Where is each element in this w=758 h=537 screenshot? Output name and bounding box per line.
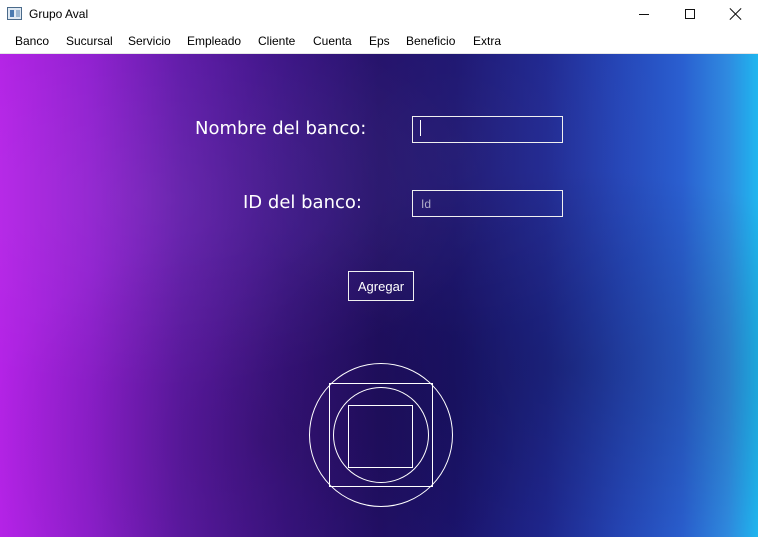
menu-empleado[interactable]: Empleado: [187, 28, 241, 54]
menu-extra[interactable]: Extra: [473, 28, 501, 54]
close-button[interactable]: [713, 0, 758, 28]
menu-cliente[interactable]: Cliente: [258, 28, 295, 54]
minimize-icon: [639, 13, 649, 15]
add-button[interactable]: Agregar: [348, 271, 414, 301]
window-title: Grupo Aval: [29, 7, 89, 21]
menu-sucursal[interactable]: Sucursal: [66, 28, 113, 54]
content-area: Nombre del banco: ID del banco: Agregar: [0, 54, 758, 537]
bank-id-input[interactable]: [412, 190, 563, 217]
menu-servicio[interactable]: Servicio: [128, 28, 171, 54]
menu-banco[interactable]: Banco: [15, 28, 49, 54]
menu-bar: Banco Sucursal Servicio Empleado Cliente…: [0, 28, 758, 54]
maximize-icon: [685, 9, 695, 19]
menu-cuenta[interactable]: Cuenta: [313, 28, 352, 54]
bank-id-label: ID del banco:: [243, 192, 362, 213]
logo-icon: [309, 363, 453, 507]
bank-name-input[interactable]: [412, 116, 563, 143]
text-caret: [420, 120, 421, 136]
menu-eps[interactable]: Eps: [369, 28, 390, 54]
app-window-icon: [7, 7, 22, 20]
close-icon: [730, 8, 742, 20]
title-bar: Grupo Aval: [0, 0, 758, 28]
minimize-button[interactable]: [621, 0, 667, 28]
maximize-button[interactable]: [667, 0, 713, 28]
bank-name-label: Nombre del banco:: [195, 118, 367, 139]
menu-beneficio[interactable]: Beneficio: [406, 28, 455, 54]
